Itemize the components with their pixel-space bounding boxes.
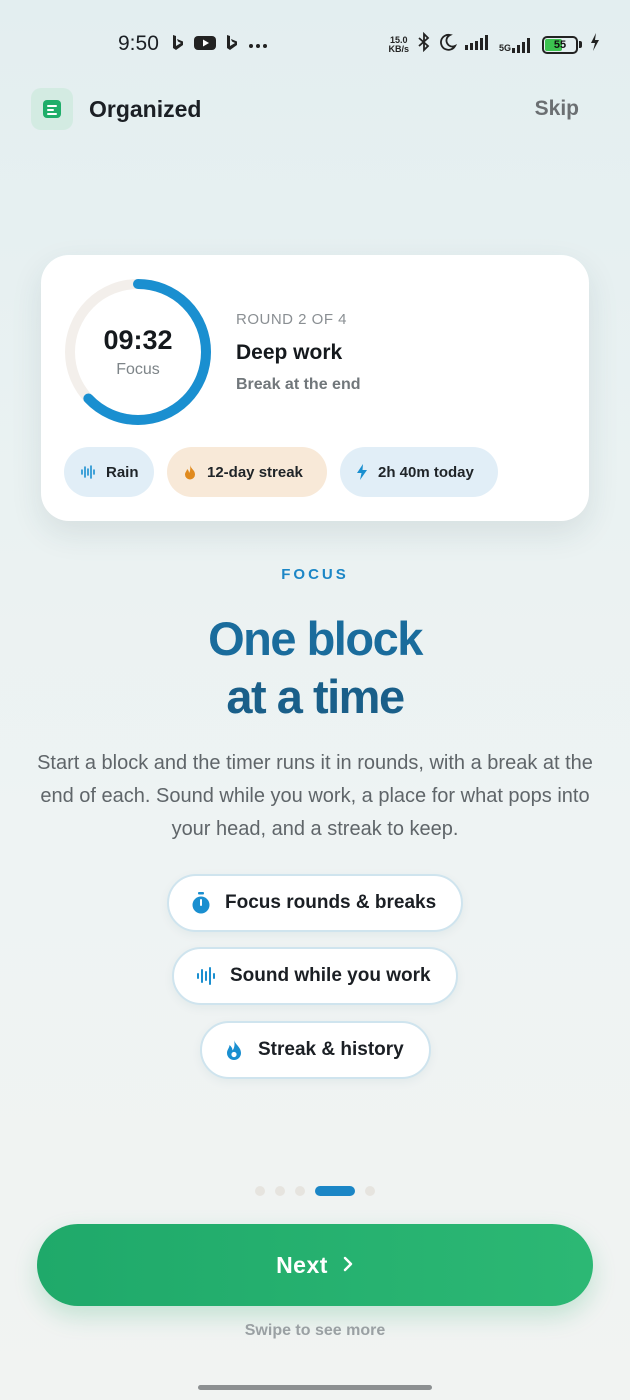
sound-wave-icon: [80, 464, 96, 480]
next-button-label: Next: [276, 1251, 328, 1278]
signal-icon: [464, 34, 491, 55]
feature-pill-sound: Sound while you work: [172, 947, 458, 1005]
chip-label: 2h 40m today: [378, 463, 474, 481]
session-preview-card: 09:32 Focus ROUND 2 OF 4 Deep work Break…: [41, 255, 589, 521]
flame-icon: [222, 1039, 246, 1061]
home-indicator[interactable]: [198, 1385, 432, 1390]
feature-pill-focus-rounds: Focus rounds & breaks: [167, 874, 463, 932]
chip-rain: Rain: [64, 447, 154, 497]
chip-label: Rain: [106, 463, 139, 481]
bing-icon: [224, 33, 240, 58]
chevron-right-icon: [342, 1252, 354, 1279]
do-not-disturb-moon-icon: [439, 33, 458, 56]
page-indicator: [0, 1186, 630, 1196]
description: Start a block and the timer runs it in r…: [37, 752, 593, 840]
app-logo-icon: [31, 88, 73, 130]
page-dot-active[interactable]: [315, 1186, 355, 1196]
feature-label: Focus rounds & breaks: [225, 892, 437, 913]
battery-level: 55: [553, 38, 567, 51]
round-label: ROUND 2 OF 4: [236, 311, 348, 328]
session-title: Deep work: [236, 341, 343, 364]
status-bar: 9:50 15.0 KB/s 5G 55: [0, 0, 630, 88]
session-subtitle: Break at the end: [236, 376, 361, 393]
page-dot[interactable]: [365, 1186, 375, 1196]
chip-label: 12-day streak: [207, 463, 303, 481]
status-time: 9:50: [118, 32, 159, 55]
feature-label: Sound while you work: [230, 965, 431, 986]
chip-today: 2h 40m today: [340, 447, 498, 497]
charging-bolt-icon: [590, 33, 600, 56]
sound-wave-icon: [194, 966, 218, 986]
stopwatch-icon: [189, 892, 213, 914]
youtube-icon: [194, 35, 216, 56]
status-right-icons: 15.0 KB/s 5G 55: [388, 31, 600, 57]
timer-label: Focus: [116, 361, 160, 378]
headline-line-2: at a time: [226, 670, 405, 723]
headline: One block at a time: [0, 610, 630, 726]
page-dot[interactable]: [275, 1186, 285, 1196]
headline-line-1: One block: [208, 612, 423, 665]
eyebrow-label: FOCUS: [281, 566, 349, 583]
feature-label: Streak & history: [258, 1039, 404, 1060]
more-dots-icon: [248, 37, 268, 55]
swipe-hint: Swipe to see more: [244, 1322, 386, 1339]
app-name: Organized: [89, 96, 202, 122]
timer-value: 09:32: [103, 325, 173, 355]
chip-streak: 12-day streak: [167, 447, 327, 497]
status-left-icons: [170, 33, 268, 58]
flame-icon: [183, 464, 197, 480]
next-button[interactable]: Next: [37, 1224, 593, 1306]
lightning-icon: [356, 464, 368, 480]
page-dot[interactable]: [295, 1186, 305, 1196]
skip-button[interactable]: Skip: [535, 97, 579, 121]
bing-icon: [170, 33, 186, 58]
battery-icon: 55: [542, 35, 582, 54]
bluetooth-icon: [417, 31, 431, 57]
page-dot[interactable]: [255, 1186, 265, 1196]
net-speed: 15.0 KB/s: [388, 34, 409, 54]
feature-pill-streak: Streak & history: [200, 1021, 431, 1079]
5g-signal-icon: 5G: [499, 37, 534, 53]
